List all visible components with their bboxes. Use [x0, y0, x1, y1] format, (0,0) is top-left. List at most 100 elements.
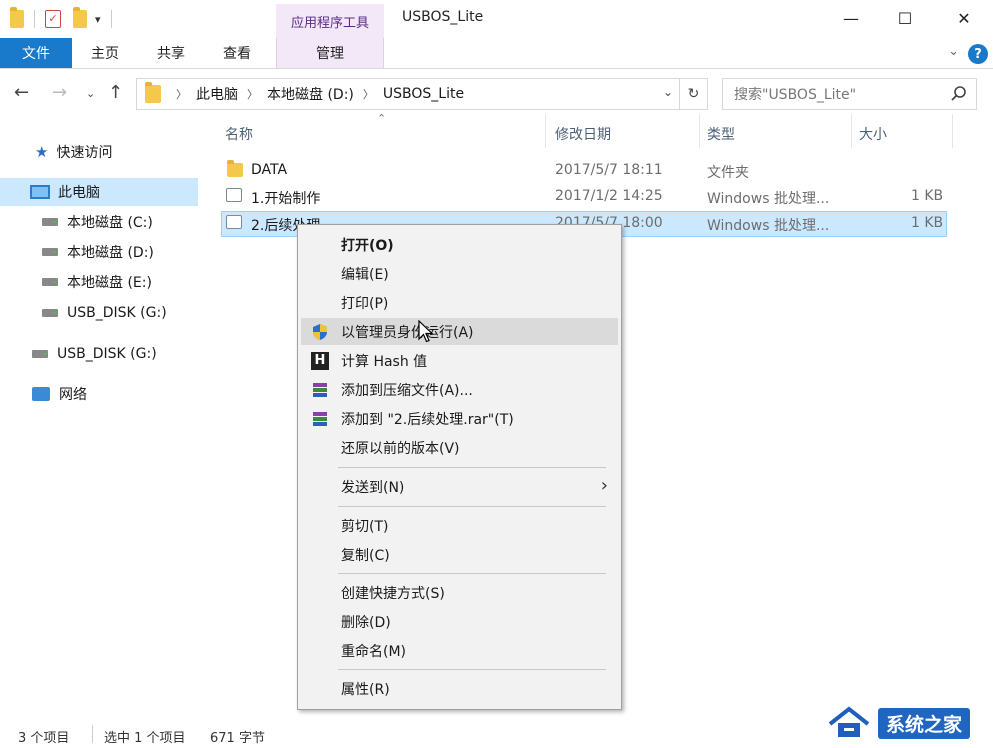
help-button[interactable]: ? — [968, 44, 988, 64]
computer-icon — [30, 185, 50, 199]
winrar-icon — [311, 381, 329, 399]
menu-item-print[interactable]: 打印(P) — [301, 289, 618, 316]
menu-item-open[interactable]: 打开(O) — [301, 231, 618, 258]
menu-item-label: 创建快捷方式(S) — [341, 585, 445, 602]
properties-check-icon[interactable]: ✓ — [45, 10, 61, 28]
back-arrow-icon[interactable]: ← — [14, 82, 29, 103]
tab-home[interactable]: 主页 — [72, 38, 138, 68]
column-header-name[interactable]: 名称 — [225, 120, 253, 148]
sidebar-item-network[interactable]: 网络 — [0, 380, 198, 408]
drive-icon — [42, 278, 58, 286]
folder-icon[interactable] — [10, 7, 24, 28]
breadcrumb-usbos-lite[interactable]: USBOS_Lite — [383, 86, 464, 102]
menu-item-label: 打开(O) — [341, 237, 394, 254]
status-selection: 选中 1 个项目 — [104, 731, 186, 746]
menu-item-cut[interactable]: 剪切(T) — [301, 512, 618, 539]
column-header-size[interactable]: 大小 — [859, 120, 887, 148]
tab-view[interactable]: 查看 — [204, 38, 270, 68]
search-input[interactable]: 搜索"USBOS_Lite" — [722, 78, 977, 110]
column-header-type[interactable]: 类型 — [707, 120, 735, 148]
menu-item-restore-previous-versions[interactable]: 还原以前的版本(V) — [301, 434, 618, 461]
menu-item-compute-hash[interactable]: H 计算 Hash 值 — [301, 347, 618, 374]
menu-item-create-shortcut[interactable]: 创建快捷方式(S) — [301, 579, 618, 606]
new-folder-icon[interactable] — [73, 7, 87, 28]
sidebar-item-quick-access[interactable]: ★ 快速访问 — [0, 138, 198, 166]
file-row-data[interactable]: DATA 2017/5/7 18:11 文件夹 — [221, 158, 947, 184]
sidebar-item-drive-c[interactable]: 本地磁盘 (C:) — [0, 208, 198, 236]
menu-item-add-to-archive[interactable]: 添加到压缩文件(A)... — [301, 376, 618, 403]
menu-item-label: 删除(D) — [341, 614, 391, 631]
minimize-button[interactable]: — — [828, 0, 874, 36]
maximize-button[interactable]: ☐ — [882, 0, 928, 36]
sidebar-item-label: 快速访问 — [56, 145, 113, 161]
menu-item-run-as-admin[interactable]: 以管理员身份运行(A) — [301, 318, 618, 345]
network-icon — [32, 387, 50, 401]
window-title: USBOS_Lite — [402, 9, 484, 25]
menu-item-properties[interactable]: 属性(R) — [301, 675, 618, 702]
drive-icon — [42, 248, 58, 256]
title-bar: ✓ ▾ 应用程序工具 USBOS_Lite — ☐ ✕ — [0, 0, 993, 38]
sidebar-item-this-pc[interactable]: 此电脑 — [0, 178, 198, 206]
menu-item-label: 编辑(E) — [341, 266, 389, 283]
sidebar-item-drive-d[interactable]: 本地磁盘 (D:) — [0, 238, 198, 266]
menu-item-copy[interactable]: 复制(C) — [301, 541, 618, 568]
menu-item-label: 重命名(M) — [341, 643, 407, 660]
sidebar-item-drive-e[interactable]: 本地磁盘 (E:) — [0, 268, 198, 296]
sidebar-item-label: 网络 — [59, 387, 87, 403]
drive-icon — [32, 350, 48, 358]
file-row-start-build[interactable]: 1.开始制作 2017/1/2 14:25 Windows 批处理... 1 K… — [221, 184, 947, 210]
menu-item-label: 以管理员身份运行(A) — [341, 324, 474, 341]
breadcrumb-this-pc[interactable]: 此电脑 — [196, 84, 238, 104]
sort-ascending-icon: ⌃ — [377, 112, 387, 125]
sidebar-item-usb-disk-g[interactable]: USB_DISK (G:) — [0, 340, 198, 368]
site-watermark-logo: 系统之家 — [826, 702, 988, 744]
menu-item-label: 属性(R) — [341, 681, 390, 698]
menu-item-rename[interactable]: 重命名(M) — [301, 637, 618, 664]
menu-item-add-to-rar[interactable]: 添加到 "2.后续处理.rar"(T) — [301, 405, 618, 432]
menu-item-delete[interactable]: 删除(D) — [301, 608, 618, 635]
winrar-icon — [311, 410, 329, 428]
folder-icon — [227, 160, 243, 181]
tab-manage[interactable]: 管理 — [276, 38, 384, 68]
file-date: 2017/1/2 14:25 — [555, 188, 663, 204]
column-divider[interactable] — [851, 114, 852, 148]
menu-separator — [338, 669, 606, 670]
column-header-date[interactable]: 修改日期 — [555, 120, 611, 148]
tab-file[interactable]: 文件 — [0, 38, 72, 68]
submenu-arrow-icon: › — [600, 475, 608, 496]
watermark-text: 系统之家 — [878, 707, 971, 739]
sidebar-item-usb-disk-g-nested[interactable]: USB_DISK (G:) — [0, 299, 198, 327]
refresh-icon[interactable]: ↻ — [680, 78, 708, 110]
customize-dropdown-icon[interactable]: ▾ — [95, 13, 101, 26]
breadcrumb-separator-icon[interactable]: 〉 — [363, 86, 374, 102]
toolbar-divider — [34, 10, 35, 28]
tab-share[interactable]: 共享 — [138, 38, 204, 68]
status-divider — [92, 725, 93, 743]
star-icon: ★ — [35, 143, 49, 161]
forward-arrow-icon[interactable]: → — [52, 82, 67, 103]
menu-item-edit[interactable]: 编辑(E) — [301, 260, 618, 287]
file-type: Windows 批处理... — [707, 218, 830, 234]
sidebar-item-label: USB_DISK (G:) — [67, 305, 167, 321]
expand-ribbon-icon[interactable]: ⌄ — [948, 44, 959, 59]
up-arrow-icon[interactable]: ↑ — [108, 82, 123, 103]
ribbon-tabs: 文件 主页 共享 查看 管理 ⌄ ? — [0, 38, 993, 69]
recent-locations-chevron-icon[interactable]: ⌄ — [86, 87, 95, 100]
column-divider[interactable] — [545, 114, 546, 148]
column-divider[interactable] — [699, 114, 700, 148]
column-divider[interactable] — [952, 114, 953, 148]
breadcrumb-local-disk-d[interactable]: 本地磁盘 (D:) — [267, 84, 354, 104]
address-dropdown-icon[interactable]: ⌄ — [663, 85, 673, 99]
menu-item-send-to[interactable]: 发送到(N) › — [301, 473, 618, 500]
menu-item-label: 计算 Hash 值 — [341, 353, 428, 370]
menu-separator — [338, 506, 606, 507]
menu-item-label: 打印(P) — [341, 295, 389, 312]
status-item-count: 3 个项目 — [18, 731, 70, 746]
address-bar[interactable]: 〉 此电脑 〉 本地磁盘 (D:) 〉 USBOS_Lite ⌄ — [136, 78, 680, 110]
breadcrumb-separator-icon[interactable]: 〉 — [176, 86, 187, 102]
close-button[interactable]: ✕ — [941, 0, 987, 36]
batch-file-icon — [226, 215, 246, 231]
breadcrumb-separator-icon[interactable]: 〉 — [247, 86, 258, 102]
drive-icon — [42, 218, 58, 226]
search-icon[interactable] — [950, 85, 968, 107]
